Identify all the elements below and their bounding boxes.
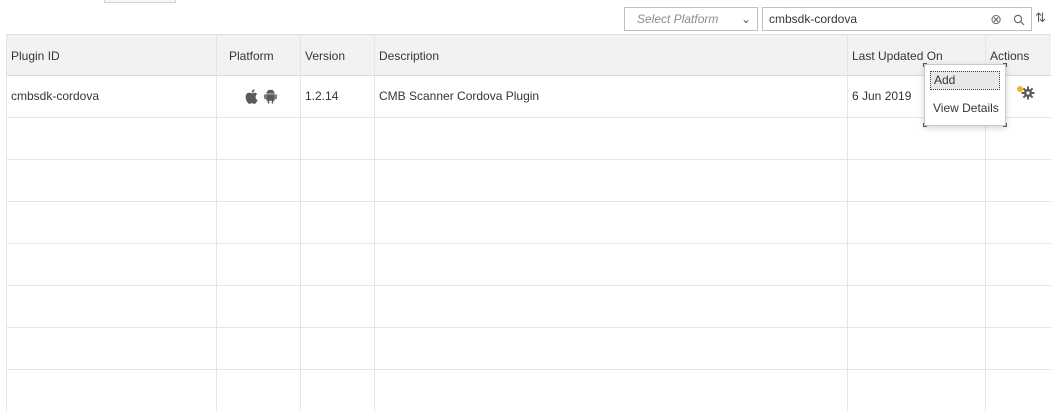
cell-description: CMB Scanner Cordova Plugin — [375, 76, 848, 117]
cell-platform — [217, 76, 301, 117]
empty-cell — [217, 202, 301, 243]
empty-cell — [375, 328, 848, 369]
empty-cell — [7, 118, 217, 159]
empty-cell — [301, 328, 375, 369]
clear-icon[interactable]: ⊗ — [985, 8, 1007, 30]
empty-cell — [7, 244, 217, 285]
empty-cell — [301, 202, 375, 243]
plugins-table: Plugin ID Platform Version Description L… — [6, 34, 1051, 412]
sort-icon[interactable]: ⇅ — [1035, 10, 1046, 26]
column-header-plugin-id[interactable]: Plugin ID — [7, 35, 217, 77]
empty-cell — [217, 370, 301, 411]
menu-corner — [1003, 63, 1007, 67]
empty-cell — [7, 370, 217, 411]
cell-version: 1.2.14 — [301, 76, 375, 117]
table-row-empty — [7, 286, 1051, 328]
platform-select-placeholder: Select Platform — [637, 12, 719, 26]
empty-cell — [301, 160, 375, 201]
empty-cell — [986, 160, 1051, 201]
search-icon[interactable] — [1007, 8, 1031, 30]
empty-cell — [986, 202, 1051, 243]
empty-cell — [848, 244, 986, 285]
platform-select[interactable]: Select Platform ⌄ — [624, 7, 758, 31]
actions-menu: Add View Details — [923, 63, 1007, 127]
gear-accent-dot — [1017, 86, 1023, 92]
empty-cell — [7, 160, 217, 201]
toolbar: Select Platform ⌄ cmbsdk-cordova ⊗ ⇅ — [0, 4, 1051, 32]
menu-item-view-details[interactable]: View Details — [933, 101, 999, 115]
empty-cell — [217, 160, 301, 201]
menu-corner — [923, 63, 927, 67]
menu-item-add[interactable]: Add — [930, 71, 1000, 90]
empty-cell — [986, 244, 1051, 285]
empty-cell — [848, 286, 986, 327]
empty-cell — [375, 160, 848, 201]
empty-cell — [375, 370, 848, 411]
plugins-page: Select Platform ⌄ cmbsdk-cordova ⊗ ⇅ Plu… — [0, 0, 1051, 412]
menu-corner — [1003, 123, 1007, 127]
cell-plugin-id: cmbsdk-cordova — [7, 76, 217, 117]
empty-cell — [301, 118, 375, 159]
search-input[interactable]: cmbsdk-cordova — [769, 12, 985, 26]
empty-cell — [848, 370, 986, 411]
menu-corner — [923, 123, 927, 127]
empty-cell — [217, 328, 301, 369]
empty-cell — [848, 202, 986, 243]
empty-cell — [301, 286, 375, 327]
table-row-empty — [7, 118, 1051, 160]
empty-cell — [217, 118, 301, 159]
empty-cell — [375, 202, 848, 243]
empty-cell — [301, 370, 375, 411]
empty-cell — [217, 286, 301, 327]
empty-cell — [375, 118, 848, 159]
empty-cell — [301, 244, 375, 285]
column-header-version[interactable]: Version — [301, 35, 375, 77]
apple-icon — [245, 89, 258, 104]
gear-icon[interactable] — [1021, 76, 1035, 117]
empty-cell — [217, 244, 301, 285]
table-row-empty — [7, 202, 1051, 244]
table-header: Plugin ID Platform Version Description L… — [7, 34, 1051, 77]
empty-cell — [986, 370, 1051, 411]
chevron-down-icon[interactable]: ⌄ — [741, 12, 751, 26]
empty-cell — [848, 328, 986, 369]
column-header-platform[interactable]: Platform — [217, 35, 301, 77]
empty-cell — [375, 244, 848, 285]
empty-cell — [7, 286, 217, 327]
empty-cell — [848, 160, 986, 201]
empty-cell — [375, 286, 848, 327]
empty-cell — [986, 286, 1051, 327]
table-row[interactable]: cmbsdk-cordova 1.2.14 CMB Scanner Cordov… — [7, 76, 1051, 118]
empty-cell — [7, 202, 217, 243]
search-field[interactable]: cmbsdk-cordova ⊗ — [762, 7, 1032, 31]
top-tab-remnant — [104, 0, 176, 3]
table-row-empty — [7, 244, 1051, 286]
android-icon — [263, 89, 277, 104]
table-row-empty — [7, 328, 1051, 370]
empty-cell — [7, 328, 217, 369]
empty-cell — [986, 328, 1051, 369]
column-header-description[interactable]: Description — [375, 35, 848, 77]
table-row-empty — [7, 370, 1051, 412]
table-row-empty — [7, 160, 1051, 202]
